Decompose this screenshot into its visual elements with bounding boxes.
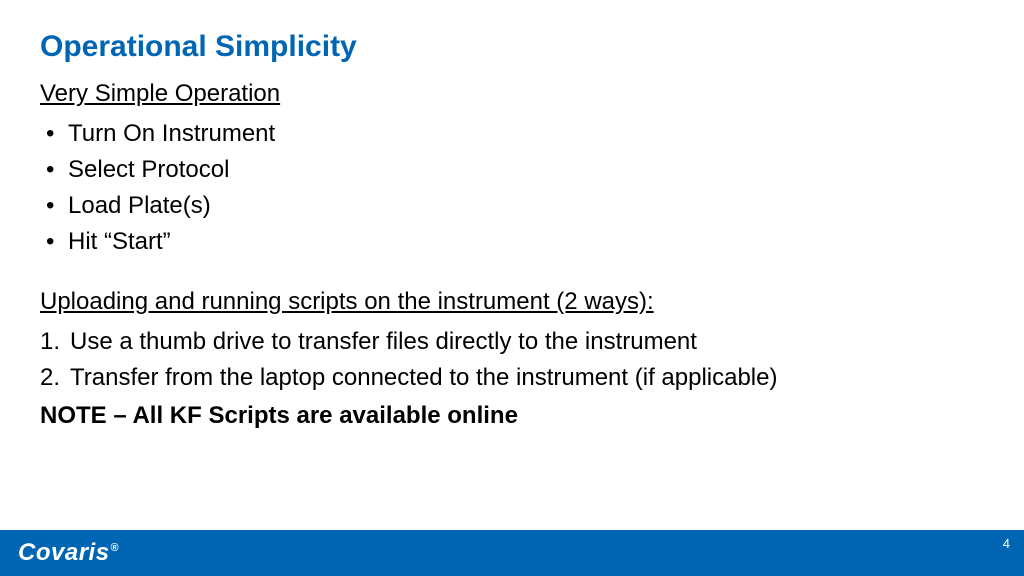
list-item: Load Plate(s) bbox=[40, 188, 984, 224]
brand-name: Covaris bbox=[18, 539, 110, 566]
list-item: Use a thumb drive to transfer files dire… bbox=[40, 324, 984, 360]
registered-mark: ® bbox=[111, 542, 120, 554]
list-item: Turn On Instrument bbox=[40, 116, 984, 152]
slide-content: Operational Simplicity Very Simple Opera… bbox=[0, 0, 1024, 430]
section2-heading: Uploading and running scripts on the ins… bbox=[40, 288, 984, 316]
section1-heading: Very Simple Operation bbox=[40, 80, 984, 108]
note-text: NOTE – All KF Scripts are available onli… bbox=[40, 402, 984, 430]
list-item: Select Protocol bbox=[40, 152, 984, 188]
list-item: Hit “Start” bbox=[40, 224, 984, 260]
list-item: Transfer from the laptop connected to th… bbox=[40, 360, 984, 396]
brand-logo: Covaris® bbox=[18, 539, 119, 567]
section2-list: Use a thumb drive to transfer files dire… bbox=[40, 324, 984, 396]
section1-list: Turn On Instrument Select Protocol Load … bbox=[40, 116, 984, 260]
slide-title: Operational Simplicity bbox=[40, 30, 984, 64]
page-number: 4 bbox=[1003, 536, 1010, 551]
footer-bar: Covaris® 4 bbox=[0, 530, 1024, 576]
